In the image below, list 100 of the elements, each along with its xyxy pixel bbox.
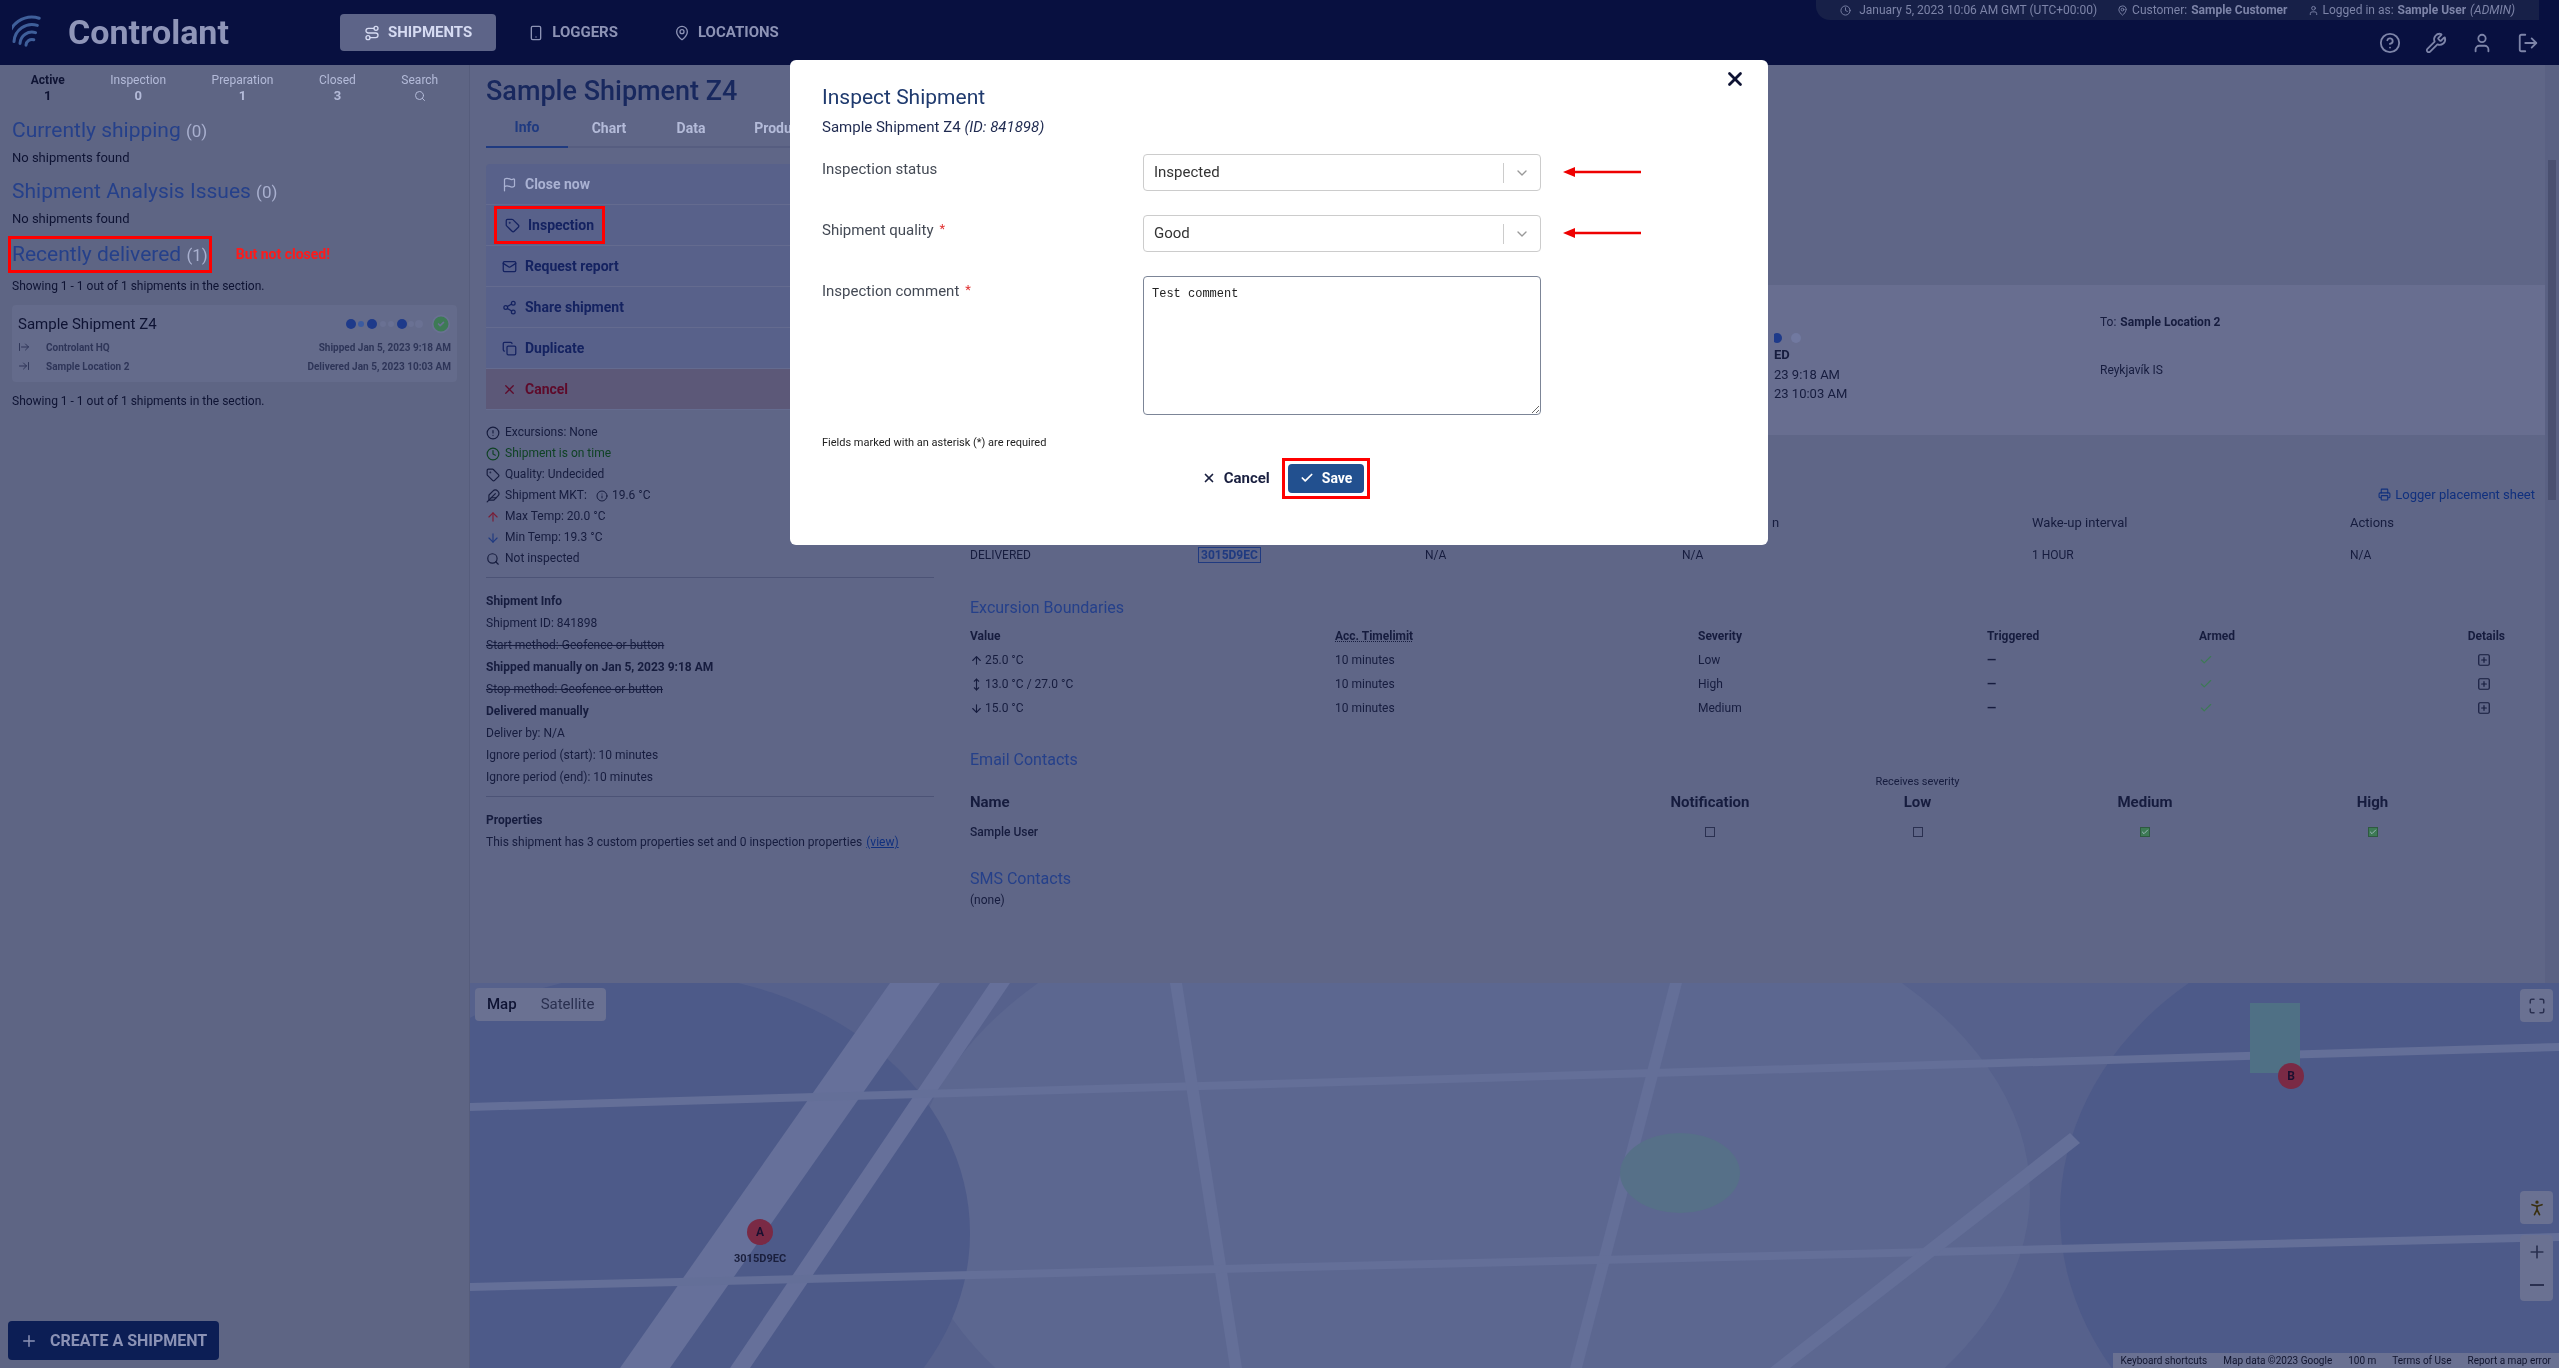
expand-icon[interactable] [2477,701,2491,715]
city-text: Reykjavík IS [2100,362,2164,379]
column-header: Name [970,791,1011,813]
sidebar-tab[interactable]: Closed 3 [318,73,356,103]
table-cell-text: — [1987,700,1998,717]
customer-label: Customer: [2132,2,2188,19]
nav-tab[interactable]: SHIPMENTS [340,14,497,51]
action-button[interactable]: Inspection [494,206,606,244]
help-icon[interactable] [2379,32,2401,54]
status-text: Excursions: None [505,424,598,441]
dialog-subtitle: Sample Shipment Z4 (ID: 841898) [822,116,1046,138]
contact-name: Sample User [970,824,1040,841]
checkbox[interactable] [1912,827,1923,837]
action-button[interactable]: Duplicate [494,329,593,367]
check-icon [1299,471,1314,485]
sidebar-tab[interactable]: Preparation 1 [211,73,274,103]
map-attribution[interactable]: Report a map error [2467,1353,2551,1368]
action-button[interactable]: Share shipment [494,288,632,326]
empty-message: (none) [970,892,1006,909]
cancel-button[interactable]: Cancel [1197,461,1274,495]
table-cell-text: DELIVERED [970,547,1032,564]
action-button[interactable]: Cancel [494,370,577,408]
sidebar-tab[interactable]: Active 1 [30,73,65,103]
empty-message: No shipments found [12,149,131,167]
create-shipment-button[interactable]: CREATE A SHIPMENT [8,1321,220,1360]
info-line: Ignore period (start): 10 minutes [486,747,660,764]
user-name: Sample User [2397,2,2467,19]
progress-dots-icon [1774,331,1804,345]
column-header: High [2355,791,2390,813]
column-header: n [1771,513,1781,532]
info-line: Ignore period (end): 10 minutes [486,769,654,786]
column-header: Severity [1698,628,1743,645]
map-attribution: 100 m [2348,1354,2377,1368]
status-icon [486,467,500,482]
departure-icon [18,341,30,353]
table-cell-text: 10 minutes [1335,700,1396,717]
user-role: (ADMIN) [2470,2,2515,19]
marker-label: 3015D9EC [734,1251,787,1267]
wrench-icon[interactable] [2425,32,2447,54]
showing-text: Showing 1 - 1 out of 1 shipments in the section. [12,392,266,410]
column-header: Armed [2199,628,2237,645]
info-line: Stop method: Geofence or button [486,681,664,698]
info-line: Shipped manually on Jan 5, 2023 9:18 AM [486,659,715,676]
status-icon [486,530,500,545]
table-cell-text: — [1987,652,1998,669]
logout-icon[interactable] [2517,32,2539,54]
required-mark: * [965,281,971,299]
table-cell-text: Low [1698,652,1722,669]
time-text: January 5, 2023 10:06 AM GMT (UTC+00:00) [1859,2,2098,19]
save-button[interactable]: Save [1287,463,1365,493]
expand-icon[interactable] [2477,653,2491,667]
info-line: Delivered manually [486,703,590,720]
status-fragment: ED [1774,346,1791,364]
table-cell-text: 10 minutes [1335,652,1396,669]
to-label: To: [2100,314,2117,331]
select-field[interactable]: Good [1143,215,1541,252]
detail-tab[interactable]: Info [486,117,568,148]
table-cell-text: 13.0 °C / 27.0 °C [985,676,1074,693]
logger-placement-link[interactable]: Logger placement sheet [2378,485,2535,505]
expand-icon[interactable] [2477,677,2491,691]
info-line: Shipment ID: 841898 [486,615,599,632]
locations-icon [673,24,690,41]
section-title: SMS Contacts [970,868,1073,890]
comment-field[interactable]: Test comment [1143,276,1541,415]
fullscreen-button[interactable] [2520,989,2553,1022]
sidebar-tab[interactable]: Search [401,73,439,103]
action-button[interactable]: Request report [494,247,627,285]
map-attribution: Map data ©2023 Google [2223,1354,2333,1368]
view-link[interactable]: (view) [866,831,899,853]
properties-text: This shipment has 3 custom properties set and 0 inspection properties [486,834,863,851]
column-header: Medium [2116,791,2174,813]
table-cell-text: Medium [1698,700,1743,717]
user-label: Logged in as: [2322,2,2394,19]
sidebar-tab[interactable]: Inspection 0 [110,73,167,103]
map-type-button[interactable]: Satellite [528,988,607,1021]
map-attribution[interactable]: Keyboard shortcuts [2120,1353,2208,1368]
map-attribution[interactable]: Terms of Use [2392,1353,2452,1368]
boundary-icon [970,701,983,715]
checkbox[interactable] [2140,827,2150,837]
logger-id-tag[interactable]: 3015D9EC [1198,547,1261,563]
group-header: Receives severity [1874,774,1961,790]
column-header: Details [2467,628,2505,645]
section-title: Excursion Boundaries [970,597,1126,619]
detail-tab[interactable]: Chart [568,117,650,148]
street-view-button[interactable] [2520,1191,2553,1224]
table-cell-text: 25.0 °C [985,652,1024,669]
detail-tab[interactable]: Produ [732,117,814,148]
table-cell-text: N/A [1425,547,1448,564]
checkbox[interactable] [2367,827,2378,837]
map-type-button[interactable]: Map [475,988,529,1021]
select-field[interactable]: Inspected [1143,154,1541,191]
checkbox[interactable] [1705,827,1715,837]
nav-tab[interactable]: LOGGERS [504,14,642,51]
properties-heading: Properties [486,812,544,829]
info-heading: Shipment Info [486,593,563,610]
detail-tab[interactable]: Data [650,117,732,148]
required-mark: * [939,220,946,238]
info-line: Start method: Geofence or button [486,637,666,654]
clock-icon [1840,4,1852,16]
nav-tab[interactable]: LOCATIONS [649,14,803,51]
